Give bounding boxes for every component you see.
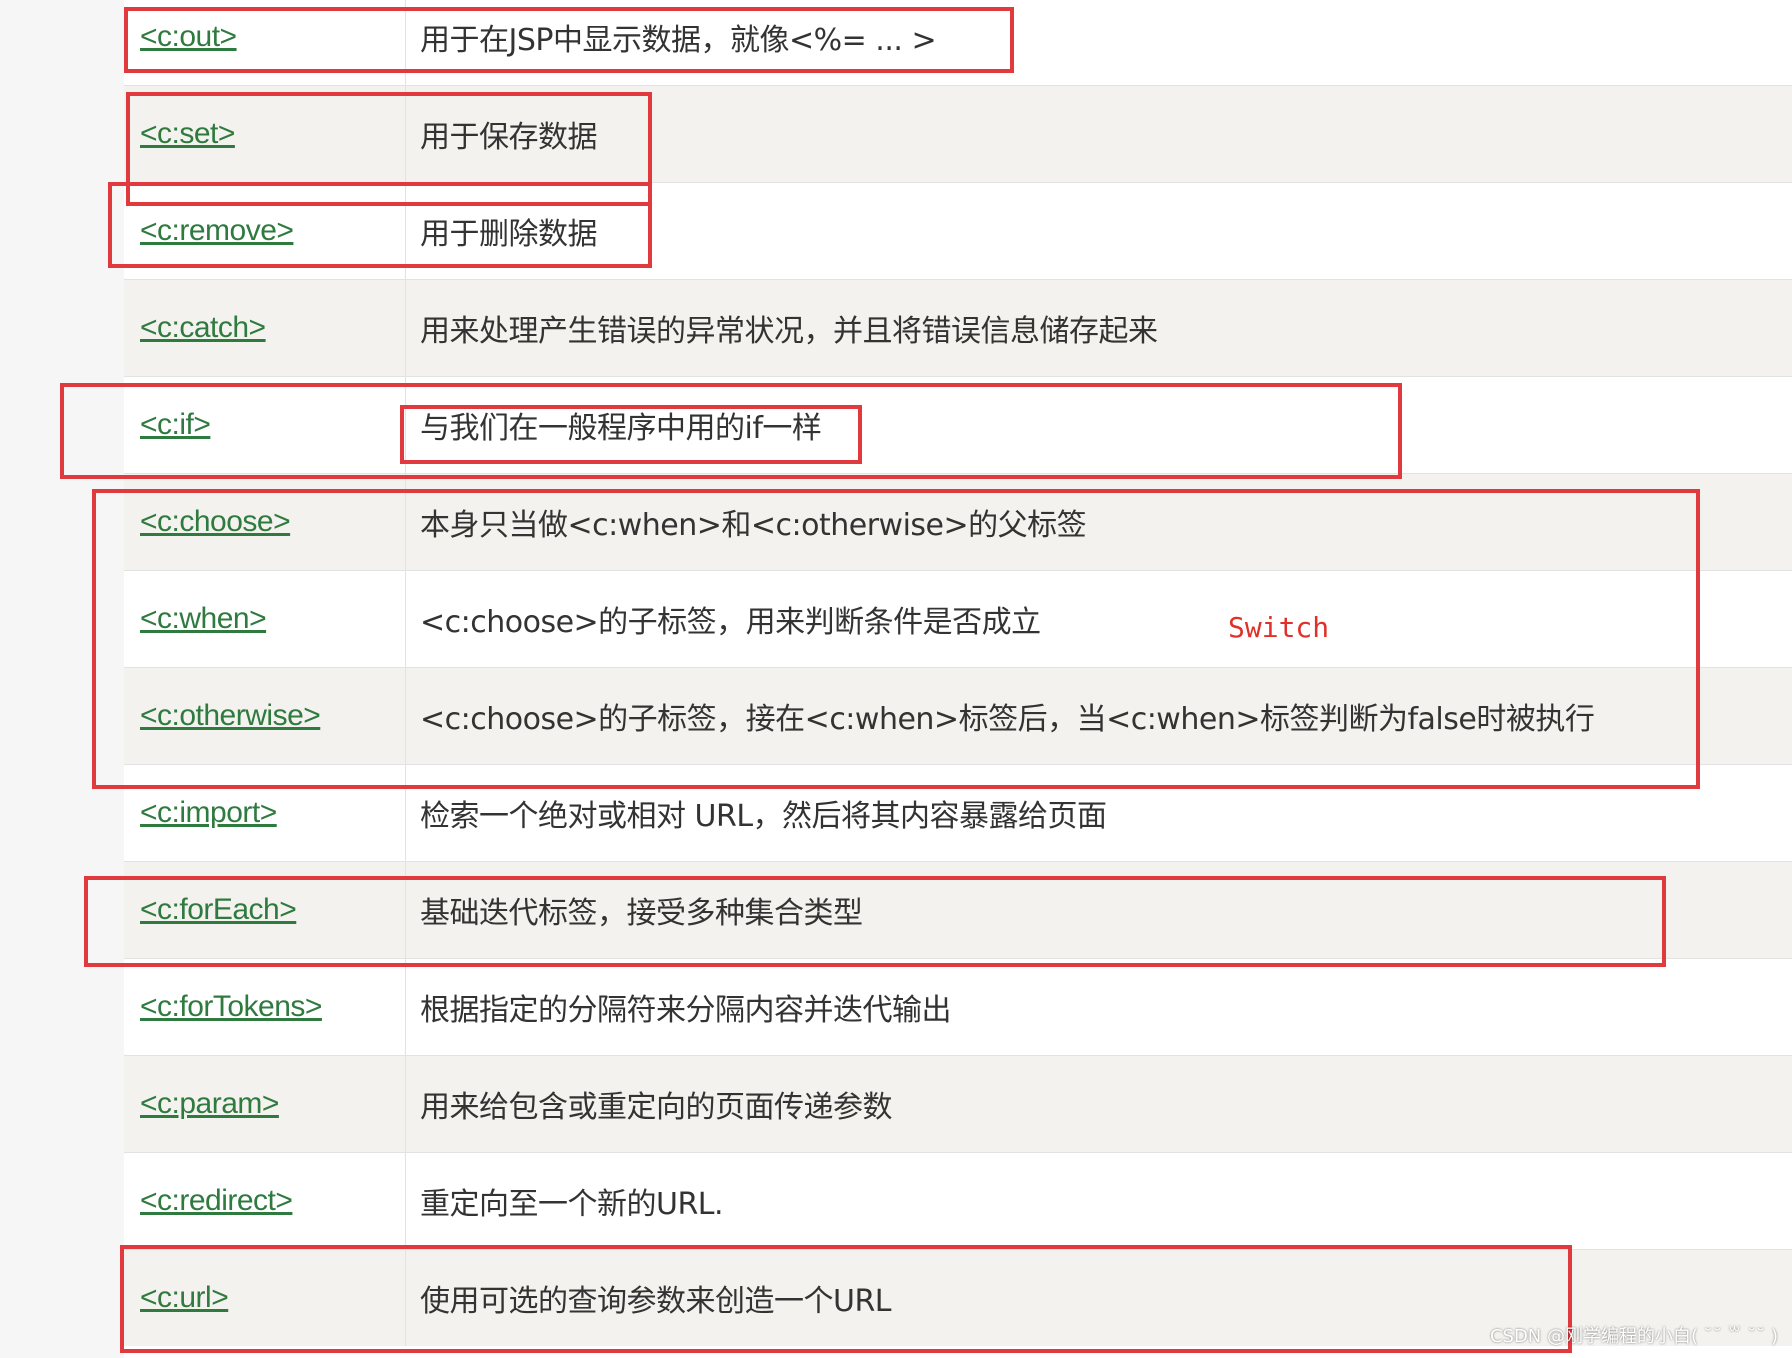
- table-row: <c:out> 用于在JSP中显示数据，就像<%= ... >: [124, 0, 1792, 85]
- description-text: 重定向至一个新的URL.: [420, 1187, 724, 1222]
- description-text: <c:choose>的子标签，用来判断条件是否成立: [420, 605, 1041, 640]
- tag-cell: <c:import>: [124, 765, 406, 861]
- tag-cell: <c:out>: [124, 0, 406, 85]
- watermark: CSDN @刚学编程的小白( ˘˘ ꒳ ˘˘ ): [1489, 1326, 1778, 1347]
- tag-cell: <c:param>: [124, 1056, 406, 1152]
- description-cell: <c:choose>的子标签，用来判断条件是否成立: [406, 571, 1792, 667]
- tag-link-choose[interactable]: <c:choose>: [140, 505, 291, 539]
- tag-cell: <c:url>: [124, 1250, 406, 1346]
- tag-cell: <c:choose>: [124, 474, 406, 570]
- description-text: <c:choose>的子标签，接在<c:when>标签后，当<c:when>标签…: [420, 702, 1595, 737]
- description-cell: 用来给包含或重定向的页面传递参数: [406, 1056, 1792, 1152]
- description-cell: 用于在JSP中显示数据，就像<%= ... >: [406, 0, 1792, 85]
- description-text: 用于在JSP中显示数据，就像<%= ... >: [420, 23, 937, 58]
- table-row: <c:if> 与我们在一般程序中用的if一样: [124, 376, 1792, 473]
- table-row: <c:import> 检索一个绝对或相对 URL，然后将其内容暴露给页面: [124, 764, 1792, 861]
- tag-cell: <c:otherwise>: [124, 668, 406, 764]
- tag-link-url[interactable]: <c:url>: [140, 1281, 229, 1315]
- jstl-core-tags-table: <c:out> 用于在JSP中显示数据，就像<%= ... > <c:set> …: [124, 0, 1792, 1346]
- table-row: <c:set> 用于保存数据: [124, 85, 1792, 182]
- description-cell: 用来处理产生错误的异常状况，并且将错误信息储存起来: [406, 280, 1792, 376]
- tag-link-out[interactable]: <c:out>: [140, 20, 237, 54]
- table-row: <c:choose> 本身只当做<c:when>和<c:otherwise>的父…: [124, 473, 1792, 570]
- description-text: 检索一个绝对或相对 URL，然后将其内容暴露给页面: [420, 799, 1107, 834]
- tag-link-param[interactable]: <c:param>: [140, 1087, 279, 1121]
- table-row: <c:catch> 用来处理产生错误的异常状况，并且将错误信息储存起来: [124, 279, 1792, 376]
- description-text: 使用可选的查询参数来创造一个URL: [420, 1284, 892, 1319]
- tag-link-fortokens[interactable]: <c:forTokens>: [140, 990, 322, 1024]
- page: <c:out> 用于在JSP中显示数据，就像<%= ... > <c:set> …: [0, 0, 1792, 1358]
- tag-cell: <c:redirect>: [124, 1153, 406, 1249]
- table-row: <c:remove> 用于删除数据: [124, 182, 1792, 279]
- tag-link-when[interactable]: <c:when>: [140, 602, 267, 636]
- table-row: <c:forTokens> 根据指定的分隔符来分隔内容并迭代输出: [124, 958, 1792, 1055]
- description-cell: 与我们在一般程序中用的if一样: [406, 377, 1792, 473]
- table-row: <c:param> 用来给包含或重定向的页面传递参数: [124, 1055, 1792, 1152]
- description-cell: 根据指定的分隔符来分隔内容并迭代输出: [406, 959, 1792, 1055]
- tag-cell: <c:forTokens>: [124, 959, 406, 1055]
- switch-annotation: Switch: [1228, 611, 1330, 644]
- tag-link-otherwise[interactable]: <c:otherwise>: [140, 699, 321, 733]
- description-text: 用于保存数据: [420, 120, 598, 155]
- description-text: 根据指定的分隔符来分隔内容并迭代输出: [420, 993, 952, 1028]
- table-row: <c:forEach> 基础迭代标签，接受多种集合类型: [124, 861, 1792, 958]
- tag-cell: <c:remove>: [124, 183, 406, 279]
- tag-cell: <c:forEach>: [124, 862, 406, 958]
- tag-cell: <c:when>: [124, 571, 406, 667]
- tag-cell: <c:catch>: [124, 280, 406, 376]
- tag-link-import[interactable]: <c:import>: [140, 796, 277, 830]
- description-text: 基础迭代标签，接受多种集合类型: [420, 896, 863, 931]
- left-gutter: [0, 0, 124, 1358]
- description-cell: 检索一个绝对或相对 URL，然后将其内容暴露给页面: [406, 765, 1792, 861]
- tag-cell: <c:set>: [124, 86, 406, 182]
- description-text: 用来处理产生错误的异常状况，并且将错误信息储存起来: [420, 314, 1158, 349]
- tag-link-redirect[interactable]: <c:redirect>: [140, 1184, 293, 1218]
- table-row: <c:when> <c:choose>的子标签，用来判断条件是否成立: [124, 570, 1792, 667]
- description-cell: <c:choose>的子标签，接在<c:when>标签后，当<c:when>标签…: [406, 668, 1792, 764]
- tag-link-if[interactable]: <c:if>: [140, 408, 211, 442]
- tag-link-catch[interactable]: <c:catch>: [140, 311, 266, 345]
- tag-link-foreach[interactable]: <c:forEach>: [140, 893, 297, 927]
- description-cell: 本身只当做<c:when>和<c:otherwise>的父标签: [406, 474, 1792, 570]
- description-text: 用于删除数据: [420, 217, 598, 252]
- description-text: 用来给包含或重定向的页面传递参数: [420, 1090, 893, 1125]
- table-row: <c:redirect> 重定向至一个新的URL.: [124, 1152, 1792, 1249]
- description-cell: 用于删除数据: [406, 183, 1792, 279]
- tag-link-set[interactable]: <c:set>: [140, 117, 235, 151]
- table-row: <c:otherwise> <c:choose>的子标签，接在<c:when>标…: [124, 667, 1792, 764]
- tag-cell: <c:if>: [124, 377, 406, 473]
- tag-link-remove[interactable]: <c:remove>: [140, 214, 294, 248]
- description-cell: 基础迭代标签，接受多种集合类型: [406, 862, 1792, 958]
- description-cell: 用于保存数据: [406, 86, 1792, 182]
- description-text: 与我们在一般程序中用的if一样: [420, 411, 822, 446]
- description-cell: 重定向至一个新的URL.: [406, 1153, 1792, 1249]
- description-text: 本身只当做<c:when>和<c:otherwise>的父标签: [420, 508, 1087, 543]
